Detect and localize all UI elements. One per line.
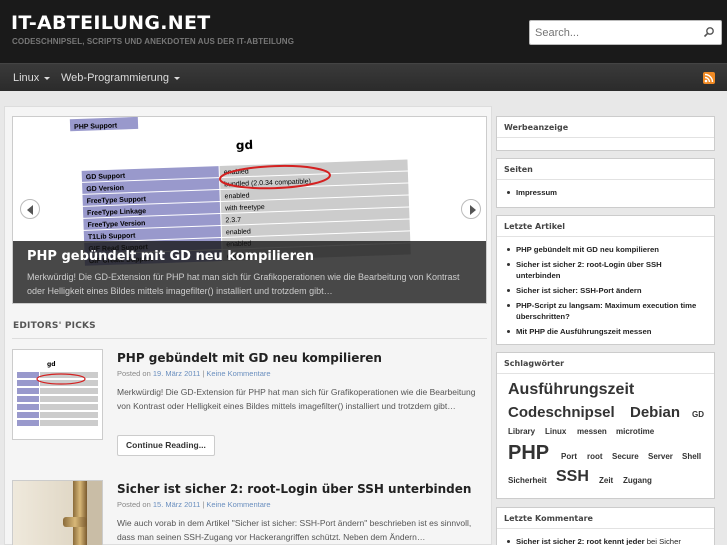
post-meta: Posted on 19. März 2011 | Keine Kommenta… bbox=[117, 369, 271, 378]
divider bbox=[497, 137, 714, 138]
recent-comment-suffix: bei Sicher bbox=[644, 537, 681, 545]
tag-link[interactable]: microtime bbox=[616, 427, 654, 436]
main-nav: Linux Web-Programmierung bbox=[0, 63, 727, 91]
tag-link[interactable]: root bbox=[587, 452, 603, 461]
site-header: IT-ABTEILUNG.NET CODESCHNIPSEL, SCRIPTS … bbox=[0, 0, 727, 63]
widget-title: Letzte Artikel bbox=[504, 222, 566, 231]
svg-text:gd: gd bbox=[47, 361, 56, 368]
recent-comment-link[interactable]: Sicher ist sicher 2: root kennt jeder bbox=[516, 537, 645, 545]
widget-title: Schlagwörter bbox=[504, 359, 565, 368]
divider bbox=[497, 236, 714, 237]
tag-link[interactable]: Debian bbox=[630, 404, 680, 421]
tag-link[interactable]: Zugang bbox=[623, 476, 652, 485]
gd-thumbnail-image: gd bbox=[13, 350, 102, 439]
featured-slider[interactable]: PHP Support gd GD Support enabled GD Versi… bbox=[12, 116, 487, 304]
nav-item-label: Linux bbox=[13, 72, 40, 84]
post-thumbnail[interactable]: gd bbox=[12, 349, 103, 440]
site-description: CODESCHNIPSEL, SCRIPTS UND ANEKDOTEN AUS… bbox=[12, 37, 295, 46]
page-link-impressum[interactable]: Impressum bbox=[506, 187, 706, 198]
divider bbox=[12, 338, 487, 339]
chevron-down-icon bbox=[44, 76, 51, 80]
nav-item-label: Web-Programmierung bbox=[61, 72, 170, 84]
post-meta-prefix: Posted on bbox=[117, 369, 153, 378]
tag-link[interactable]: Zeit bbox=[599, 476, 613, 485]
tag-link[interactable]: messen bbox=[577, 427, 607, 436]
widget-title: Seiten bbox=[504, 165, 533, 174]
post-comments-link[interactable]: Keine Kommentare bbox=[206, 500, 270, 509]
tag-link[interactable]: GD bbox=[692, 410, 704, 419]
widget-tag-cloud: Schlagwörter Ausführungszeit Codeschnips… bbox=[496, 352, 715, 499]
widget-recent-comments: Letzte Kommentare Sicher ist sicher 2: r… bbox=[496, 507, 715, 545]
tag-link[interactable]: PHP bbox=[508, 442, 549, 465]
search-box[interactable] bbox=[529, 20, 722, 45]
rss-icon[interactable] bbox=[703, 72, 715, 84]
search-input[interactable] bbox=[535, 25, 700, 41]
recent-post-link[interactable]: Mit PHP die Ausführungszeit messen bbox=[506, 326, 706, 337]
search-icon[interactable] bbox=[703, 26, 715, 38]
post-meta-prefix: Posted on bbox=[117, 500, 153, 509]
gd-table-key: GD Version bbox=[86, 185, 124, 193]
post-date[interactable]: 15. März 2011 bbox=[153, 500, 200, 509]
nav-item-linux[interactable]: Linux bbox=[13, 72, 51, 84]
post-title[interactable]: Sicher ist sicher 2: root-Login über SSH… bbox=[117, 482, 471, 496]
gd-table-value: enabled bbox=[225, 193, 250, 201]
slider-image-heading: gd bbox=[236, 138, 254, 153]
tag-link[interactable]: Shell bbox=[682, 452, 701, 461]
post-excerpt: Wie auch vorab in dem Artikel "Sicher is… bbox=[117, 518, 472, 542]
slider-text: Merkwürdig! Die GD-Extension für PHP hat… bbox=[27, 272, 460, 296]
site-title[interactable]: IT-ABTEILUNG.NET bbox=[11, 12, 211, 34]
editors-picks-heading: EDITORS' PICKS bbox=[13, 321, 96, 331]
tag-link[interactable]: Linux bbox=[545, 427, 566, 436]
slider-caption: PHP gebündelt mit GD neu kompilieren Mer… bbox=[13, 241, 486, 303]
gd-table-value: 2.3.7 bbox=[225, 217, 241, 225]
post-date[interactable]: 19. März 2011 bbox=[153, 369, 200, 378]
post-excerpt: Merkwürdig! Die GD-Extension für PHP hat… bbox=[117, 387, 476, 411]
tag-link[interactable]: SSH bbox=[556, 468, 589, 486]
chevron-down-icon bbox=[174, 76, 181, 80]
post-meta: Posted on 15. März 2011 | Keine Kommenta… bbox=[117, 500, 271, 509]
tag-link[interactable]: Library bbox=[508, 427, 535, 436]
gd-table-value: with freetype bbox=[224, 204, 265, 212]
slider-next-button[interactable] bbox=[461, 199, 481, 219]
divider bbox=[497, 528, 714, 529]
widget-pages: Seiten Impressum bbox=[496, 158, 715, 208]
recent-post-link[interactable]: Sicher ist sicher 2: root-Login über SSH… bbox=[506, 259, 706, 281]
slider-title[interactable]: PHP gebündelt mit GD neu kompilieren bbox=[27, 249, 314, 264]
tag-link[interactable]: Codeschnipsel bbox=[508, 404, 615, 421]
divider bbox=[497, 373, 714, 374]
widget-recent-posts: Letzte Artikel PHP gebündelt mit GD neu … bbox=[496, 215, 715, 345]
slider-prev-button[interactable] bbox=[20, 199, 40, 219]
recent-posts-list: PHP gebündelt mit GD neu kompilieren Sic… bbox=[506, 244, 706, 341]
gd-table-key: GD Support bbox=[86, 173, 126, 181]
recent-post-link[interactable]: PHP-Script zu langsam: Maximum execution… bbox=[506, 300, 706, 322]
continue-reading-button[interactable]: Continue Reading... bbox=[117, 435, 215, 456]
divider bbox=[497, 179, 714, 180]
tag-link[interactable]: Port bbox=[561, 452, 577, 461]
post-title[interactable]: PHP gebündelt mit GD neu kompilieren bbox=[117, 351, 382, 365]
post-comments-link[interactable]: Keine Kommentare bbox=[206, 369, 270, 378]
tag-link[interactable]: Sicherheit bbox=[508, 476, 547, 485]
recent-post-link[interactable]: Sicher ist sicher: SSH-Port ändern bbox=[506, 285, 706, 296]
recent-post-link[interactable]: PHP gebündelt mit GD neu kompilieren bbox=[506, 244, 706, 255]
recent-comments-list: Sicher ist sicher 2: root kennt jeder be… bbox=[506, 536, 706, 545]
widget-ads: Werbeanzeige bbox=[496, 116, 715, 151]
post-thumbnail[interactable] bbox=[12, 480, 103, 545]
nav-item-web-programmierung[interactable]: Web-Programmierung bbox=[61, 72, 181, 84]
recent-comment-item: Sicher ist sicher 2: root kennt jeder be… bbox=[506, 536, 706, 545]
gd-table-value: enabled bbox=[226, 228, 251, 236]
tag-link[interactable]: Server bbox=[648, 452, 673, 461]
tag-link[interactable]: Ausführungszeit bbox=[508, 381, 634, 399]
widget-title: Werbeanzeige bbox=[504, 123, 569, 132]
widget-title: Letzte Kommentare bbox=[504, 514, 593, 523]
door-lock-thumbnail-image bbox=[13, 481, 102, 545]
pages-list: Impressum bbox=[506, 187, 706, 202]
tag-link[interactable]: Secure bbox=[612, 452, 639, 461]
